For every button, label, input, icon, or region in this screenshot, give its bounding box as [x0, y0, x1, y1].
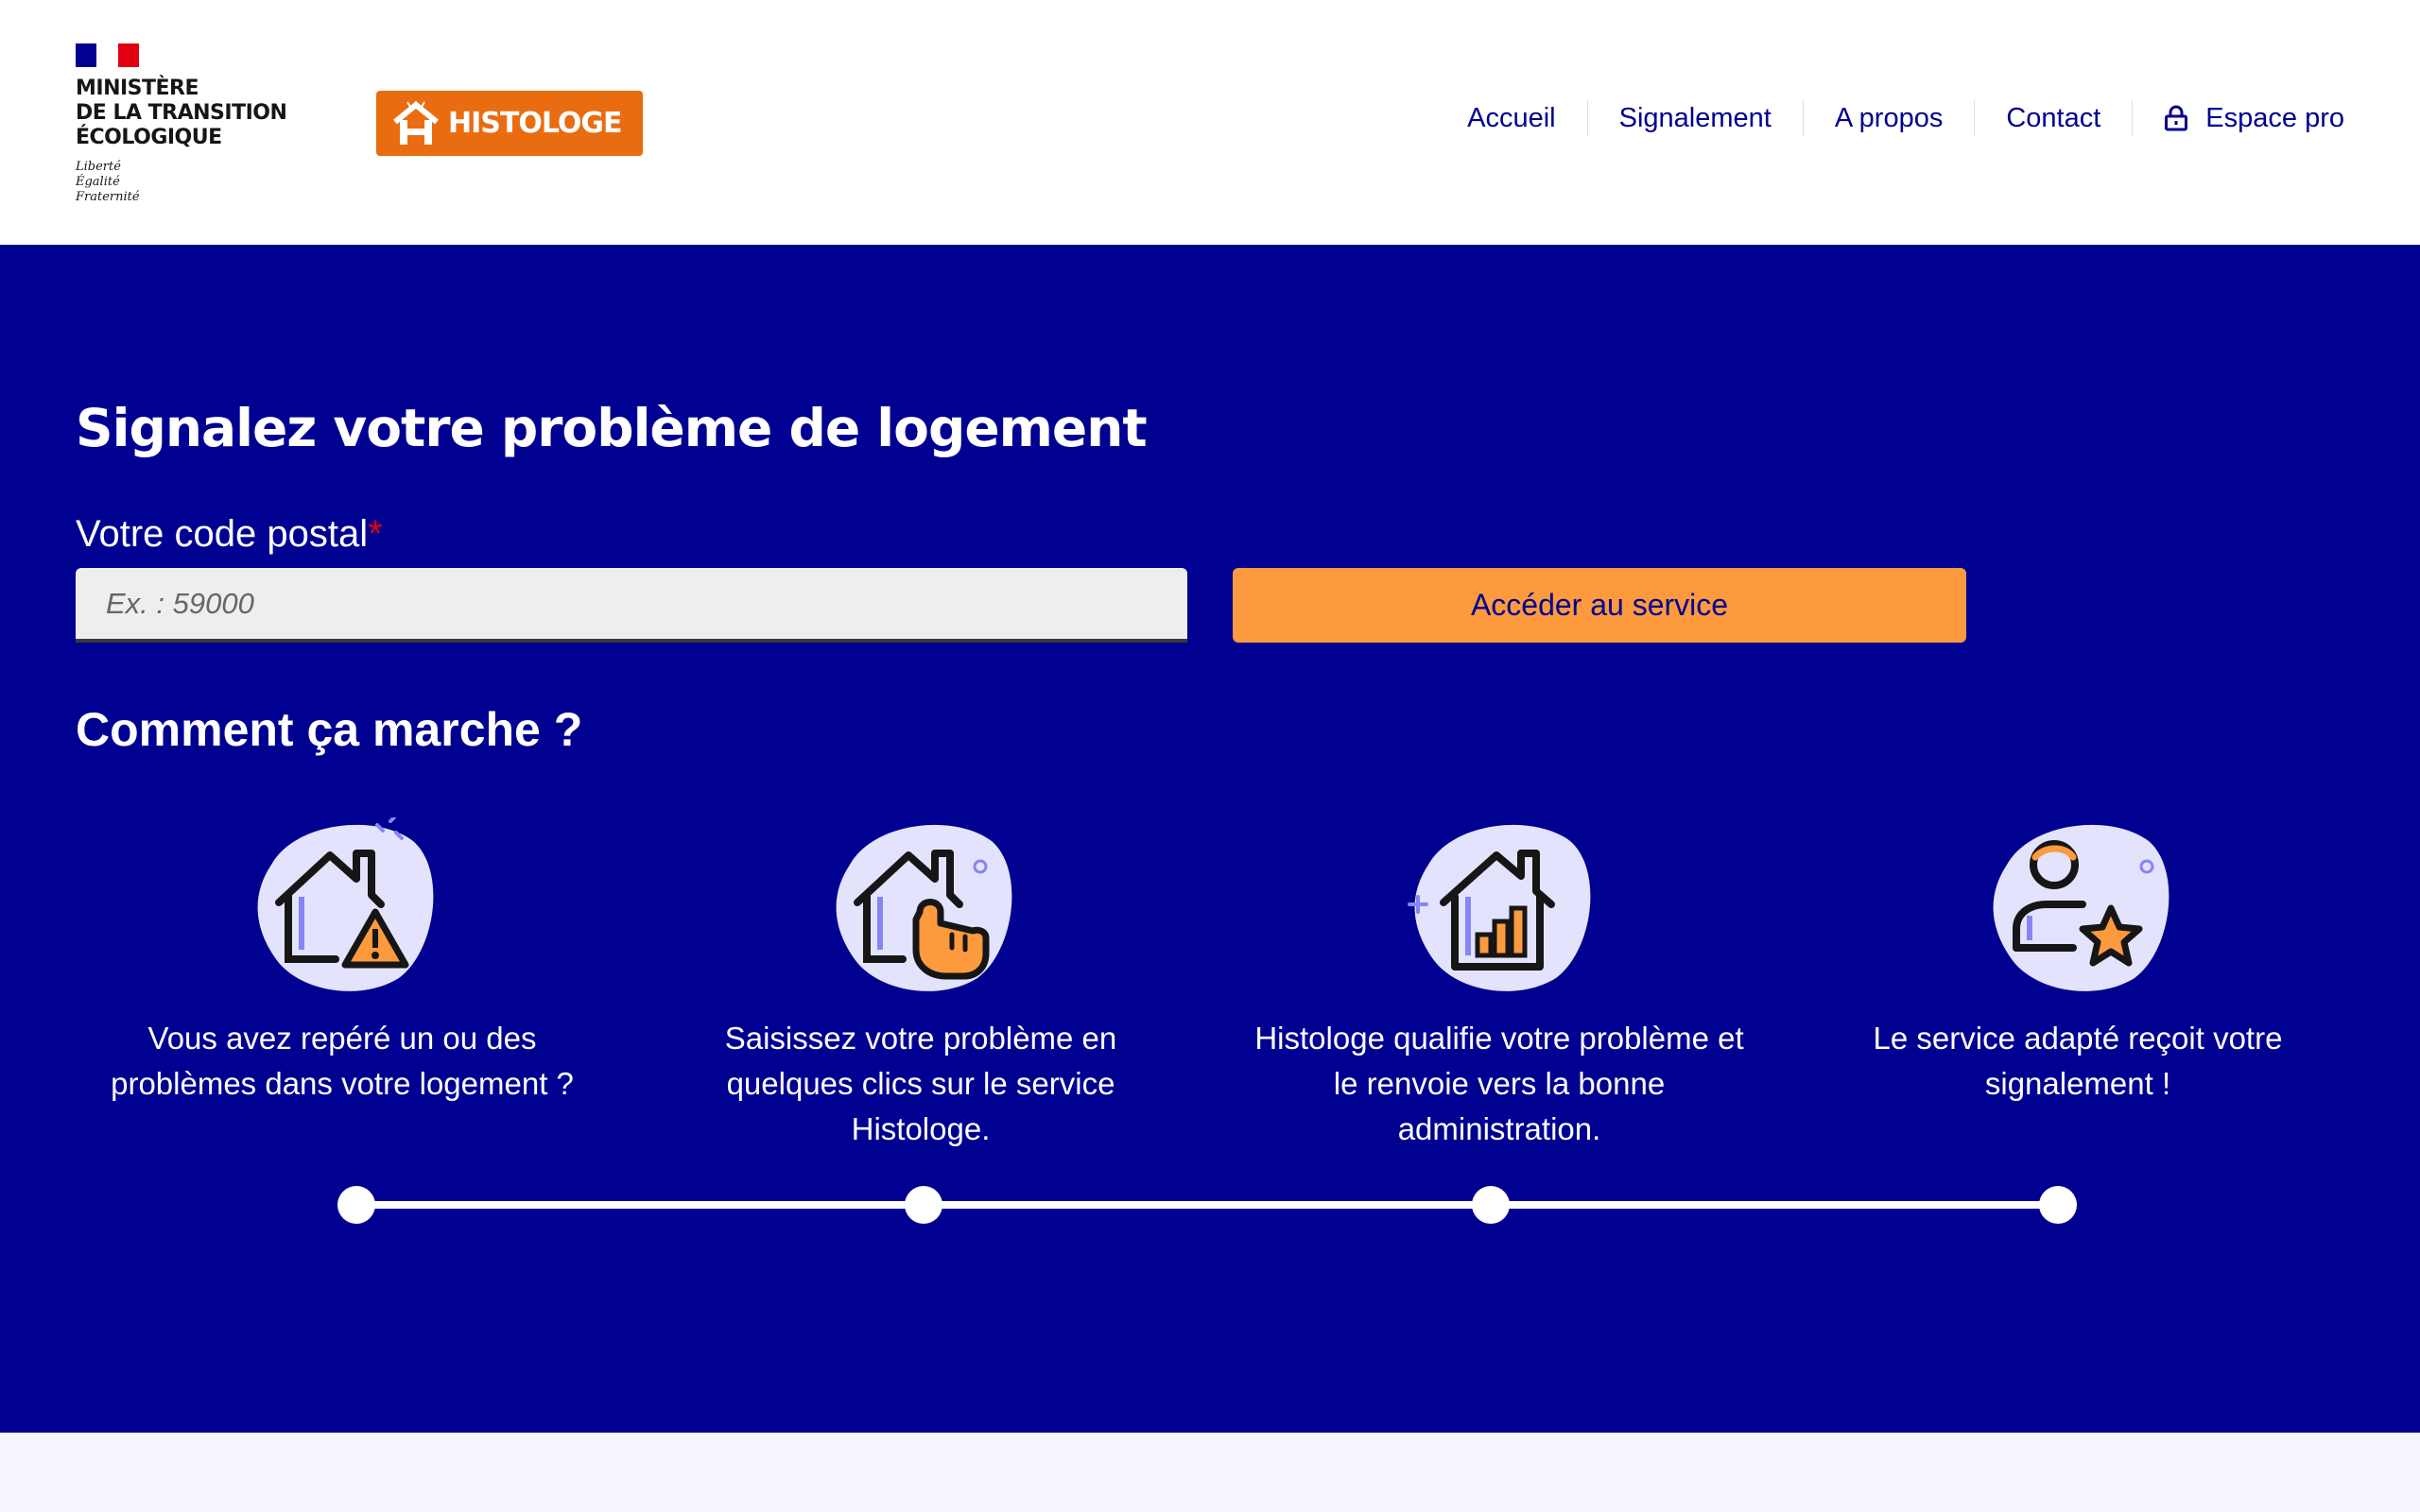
histologe-logo-text: HISTOLOGE [448, 107, 623, 140]
postal-code-input[interactable] [76, 568, 1187, 643]
required-mark: * [368, 513, 383, 555]
histologe-logo[interactable]: HISTOLOGE [376, 91, 643, 156]
hero-title: Signalez votre problème de logement [76, 398, 1148, 458]
nav-a-propos[interactable]: A propos [1802, 100, 1974, 136]
postal-code-label: Votre code postal* [76, 513, 383, 555]
republic-motto: Liberté Égalité Fraternité [76, 160, 140, 204]
site-header: MINISTÈRE DE LA TRANSITION ÉCOLOGIQUE Li… [0, 0, 2420, 245]
step-3-caption: Histologe qualifie votre problème et le … [1254, 1021, 1744, 1146]
page-bottom-band [0, 1433, 2420, 1512]
nav-contact[interactable]: Contact [1974, 100, 2132, 136]
hero-section: Signalez votre problème de logement Votr… [0, 245, 2420, 1433]
access-service-button[interactable]: Accéder au service [1233, 568, 1966, 643]
house-chart-icon [1408, 824, 1591, 991]
step-2-caption: Saisissez votre problème en quelques cli… [724, 1021, 1117, 1146]
nav-espace-pro-label: Espace pro [2205, 103, 2344, 133]
step-1: Vous avez repéré un ou des problèmes dan… [68, 816, 616, 1107]
step-3: Histologe qualifie votre problème et le … [1225, 817, 1773, 1152]
timeline-dot-2 [905, 1186, 942, 1224]
main-nav: Accueil Signalement A propos Contact Esp… [1436, 100, 2344, 136]
histologe-house-icon [393, 100, 439, 145]
step-4: Le service adapté reçoit votre signaleme… [1804, 817, 2352, 1107]
step-2: Saisissez votre problème en quelques cli… [647, 817, 1195, 1152]
nav-espace-pro[interactable]: Espace pro [2132, 100, 2344, 136]
timeline-dot-1 [337, 1186, 375, 1224]
step-1-caption: Vous avez repéré un ou des problèmes dan… [111, 1021, 574, 1101]
ministry-logo[interactable]: MINISTÈRE DE LA TRANSITION ÉCOLOGIQUE Li… [76, 43, 302, 205]
ministry-name: MINISTÈRE DE LA TRANSITION ÉCOLOGIQUE [76, 77, 287, 149]
user-star-icon [1993, 824, 2169, 991]
timeline-dot-3 [1472, 1186, 1510, 1224]
house-click-icon [836, 824, 1012, 991]
house-warning-icon [257, 816, 434, 991]
nav-accueil[interactable]: Accueil [1436, 100, 1587, 136]
lock-icon [2165, 105, 2188, 131]
how-it-works-title: Comment ça marche ? [76, 703, 583, 756]
step-4-caption: Le service adapté reçoit votre signaleme… [1873, 1021, 2283, 1101]
nav-signalement[interactable]: Signalement [1586, 100, 1803, 136]
timeline-dot-4 [2039, 1186, 2077, 1224]
marianne-flag-icon [76, 43, 139, 67]
